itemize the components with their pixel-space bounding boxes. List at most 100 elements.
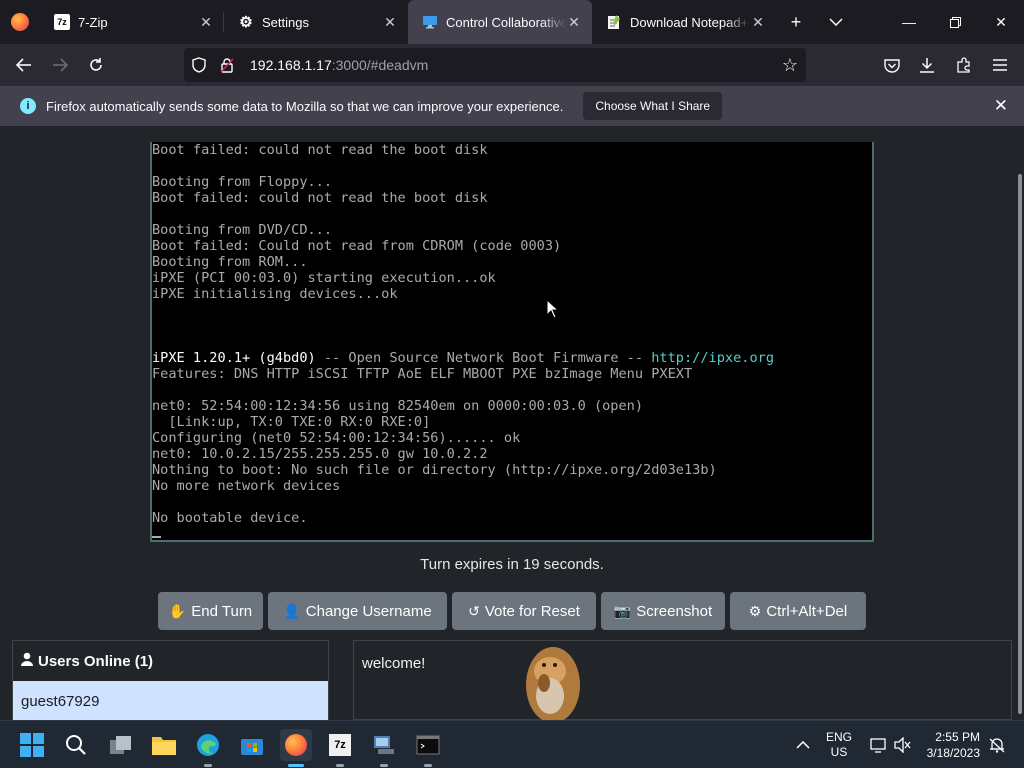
close-icon[interactable]: ✕ [994, 96, 1008, 116]
tab-download-notepad[interactable]: Download Notepad++ ✕ [592, 0, 776, 44]
back-button[interactable] [6, 49, 42, 81]
change-username-button[interactable]: 👤 Change Username [268, 592, 447, 630]
notification-text: Firefox automatically sends some data to… [46, 98, 564, 114]
url-bar[interactable]: 192.168.1.17:3000/#deadvm ☆ [184, 48, 806, 82]
close-window-button[interactable]: ✕ [978, 0, 1024, 44]
turn-timer: Turn expires in 19 seconds. [420, 556, 604, 573]
close-icon[interactable]: ✕ [198, 14, 214, 31]
clock[interactable]: 2:55 PM 3/18/2023 [924, 721, 980, 768]
store-icon [241, 739, 263, 755]
user-list-item[interactable]: guest67929 [13, 681, 328, 721]
terminal-line: Booting from ROM... [152, 254, 308, 270]
arrow-left-icon [16, 58, 31, 72]
vm-terminal-output: Boot failed: could not read the boot dis… [152, 142, 872, 526]
lock-icon[interactable] [220, 57, 238, 73]
bookmark-star-icon[interactable]: ☆ [782, 55, 798, 76]
close-icon[interactable]: ✕ [566, 14, 582, 31]
new-tab-button[interactable]: + [776, 0, 816, 44]
taskbar-terminal[interactable] [412, 729, 444, 767]
vm-screen[interactable]: Boot failed: could not read the boot dis… [150, 142, 874, 542]
button-label: End Turn [191, 602, 253, 620]
pocket-button[interactable] [874, 49, 910, 81]
tab-label: 7-Zip [78, 14, 108, 30]
start-button[interactable] [16, 729, 48, 761]
gear-icon: ⚙ [748, 602, 762, 619]
terminal-line: No more network devices [152, 478, 341, 494]
taskbar-network-app[interactable] [368, 729, 400, 767]
task-view-button[interactable] [105, 729, 137, 761]
puzzle-icon [957, 57, 970, 73]
taskbar-edge[interactable] [192, 729, 224, 767]
reload-button[interactable] [78, 49, 114, 81]
task-view-icon [110, 736, 131, 754]
potato-sticker-image [526, 647, 580, 721]
tab-settings[interactable]: ⚙ Settings ✕ [224, 0, 408, 44]
taskbar-file-explorer[interactable] [148, 729, 180, 761]
forward-button[interactable] [42, 49, 78, 81]
terminal-cursor [152, 536, 161, 538]
reload-icon [90, 58, 102, 71]
undo-icon: ↺ [468, 602, 480, 619]
restore-button[interactable] [932, 0, 978, 44]
navigation-bar: 192.168.1.17:3000/#deadvm ☆ [0, 44, 1024, 86]
tab-7zip[interactable]: 7z 7-Zip ✕ [40, 0, 224, 44]
downloads-button[interactable] [909, 49, 945, 81]
7zip-icon: 7z [329, 734, 351, 756]
taskbar-search-button[interactable] [60, 729, 92, 761]
button-label: Vote for Reset [484, 602, 580, 620]
network-status[interactable] [870, 721, 888, 768]
terminal-line: Boot failed: could not read the boot dis… [152, 190, 488, 206]
terminal-line: net0: 10.0.2.15/255.255.255.0 gw 10.0.2.… [152, 446, 488, 462]
hand-icon: ✋ [168, 602, 187, 619]
windows-taskbar: 7z ENG US 2:55 PM 3/18/2023 [0, 720, 1024, 768]
extensions-button[interactable] [946, 49, 982, 81]
list-all-tabs-button[interactable] [816, 0, 856, 44]
tab-label: Settings [262, 14, 309, 30]
7zip-icon: 7z [54, 14, 70, 30]
page-scrollbar[interactable] [1018, 174, 1022, 714]
screenshot-button[interactable]: 📷 Screenshot [601, 592, 725, 630]
camera-icon: 📷 [613, 602, 632, 619]
ctrl-alt-del-button[interactable]: ⚙ Ctrl+Alt+Del [730, 592, 866, 630]
shield-icon[interactable] [192, 57, 210, 73]
running-indicator [424, 764, 432, 767]
button-label: Screenshot [636, 602, 713, 620]
taskbar-store[interactable] [236, 729, 268, 761]
edge-icon [197, 734, 219, 756]
taskbar-7zip[interactable]: 7z [324, 729, 356, 767]
tab-control-collaborative[interactable]: Control Collaborative V ✕ [408, 0, 592, 44]
close-icon[interactable]: ✕ [382, 14, 398, 31]
taskbar-firefox[interactable] [280, 729, 312, 767]
end-turn-button[interactable]: ✋ End Turn [158, 592, 263, 630]
clock-time: 2:55 PM [935, 730, 980, 744]
minimize-button[interactable]: — [886, 0, 932, 44]
chevron-down-icon [829, 18, 843, 26]
terminal-line: Boot failed: could not read the boot dis… [152, 142, 488, 158]
show-hidden-icons-button[interactable] [796, 721, 810, 768]
terminal-line: iPXE initialising devices...ok [152, 286, 398, 302]
input-language-indicator[interactable]: ENG US [826, 721, 852, 768]
firefox-icon [0, 0, 40, 44]
close-icon[interactable]: ✕ [750, 14, 766, 31]
network-computer-icon [374, 736, 394, 754]
choose-what-i-share-button[interactable]: Choose What I Share [583, 92, 723, 120]
tab-label: Download Notepad++ [630, 14, 750, 30]
tab-label: Control Collaborative V [446, 14, 566, 30]
menu-button[interactable] [982, 49, 1018, 81]
vote-for-reset-button[interactable]: ↺ Vote for Reset [452, 592, 596, 630]
notification-bell-icon [989, 738, 1005, 753]
terminal-line: Features: DNS HTTP iSCSI TFTP AoE ELF MB… [152, 366, 693, 382]
notifications-button[interactable] [988, 721, 1006, 768]
mouse-pointer-icon [546, 299, 560, 319]
chevron-up-icon [796, 741, 810, 749]
tab-strip: 7z 7-Zip ✕ ⚙ Settings ✕ Control Collabor… [0, 0, 1024, 44]
pocket-icon [884, 58, 900, 73]
hamburger-icon [993, 59, 1007, 71]
ipxe-version: iPXE 1.20.1+ (g4bd0) [152, 350, 316, 366]
volume-status[interactable] [894, 721, 912, 768]
users-online-title: Users Online (1) [38, 652, 154, 670]
